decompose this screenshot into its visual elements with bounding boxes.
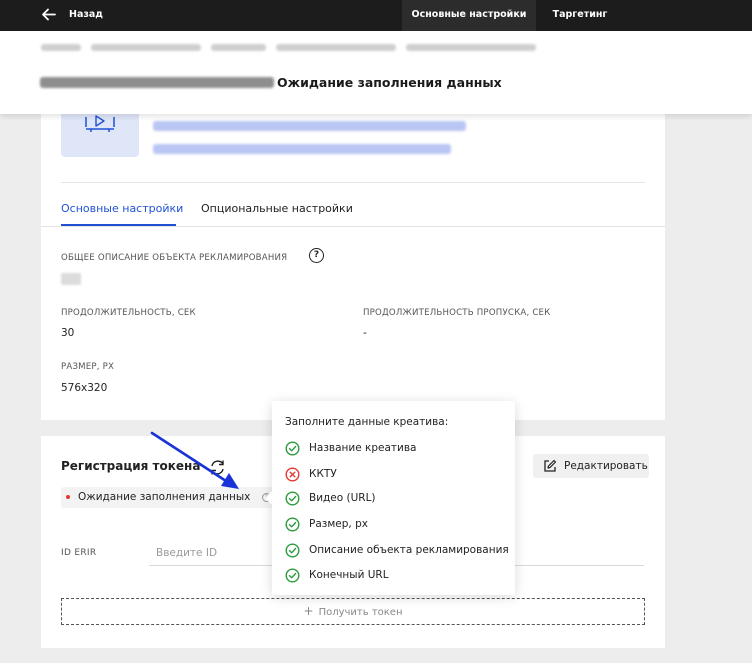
plus-icon: + [303,604,314,618]
size-label: РАЗМЕР, РХ [61,362,115,372]
get-token-label: Получить токен [318,607,403,618]
description-value-blurred [61,273,81,285]
check-circle-icon [285,516,300,532]
breadcrumb-blurred [41,44,81,51]
divider [61,182,645,183]
divider [41,226,665,227]
skip-duration-value: - [363,327,367,339]
edit-icon [544,459,557,472]
checklist-item-label: Видео (URL) [309,492,376,504]
breadcrumb [41,44,536,51]
check-circle-icon [285,542,300,558]
checklist-item: Размер, px [285,516,368,532]
check-circle-icon [285,440,300,456]
checklist-item: Конечный URL [285,567,389,583]
checklist-item: Видео (URL) [285,490,376,506]
tab-main-settings[interactable]: Основные настройки [61,202,183,215]
checklist-item-label: Размер, px [309,518,368,530]
refresh-icon[interactable] [208,458,227,477]
creative-id-blurred [153,144,451,154]
back-button[interactable]: Назад [40,6,103,23]
status-text: Ожидание заполнения данных [78,491,251,503]
question-circle-icon[interactable]: ? [309,248,324,263]
duration-label: ПРОДОЛЖИТЕЛЬНОСТЬ, СЕК [61,308,196,318]
checklist-item-label: Описание объекта рекламирования [309,544,509,556]
checklist-item-label: ККТУ [309,468,337,480]
breadcrumb-blurred [91,44,201,51]
breadcrumb-blurred [406,44,536,51]
page-title: Ожидание заполнения данных [277,75,502,90]
size-value: 576x320 [61,382,108,394]
skip-duration-label: ПРОДОЛЖИТЕЛЬНОСТЬ ПРОПУСКА, СЕК [363,308,551,318]
checklist-item: Название креатива [285,440,417,456]
get-token-button[interactable]: + Получить токен [61,598,645,625]
checklist-item-label: Конечный URL [309,569,389,581]
breadcrumb-blurred [276,44,396,51]
video-play-icon [85,115,115,132]
nav-tab-main-settings[interactable]: Основные настройки [402,0,536,31]
creative-name-blurred [153,121,466,131]
creative-thumbnail[interactable] [61,114,139,157]
page-title-row: Ожидание заполнения данных [40,75,502,90]
nav-tab-targeting[interactable]: Таргетинг [545,0,615,31]
description-label: ОБЩЕЕ ОПИСАНИЕ ОБЪЕКТА РЕКЛАМИРОВАНИЯ [61,253,288,263]
check-circle-icon [285,567,300,583]
creative-data-popover: Заполните данные креатива: Название креа… [265,401,515,595]
back-label: Назад [69,9,103,20]
checklist-item: ККТУ [285,466,337,482]
status-badge: Ожидание заполнения данных ? [61,487,279,508]
breadcrumb-blurred [211,44,266,51]
popover-title: Заполните данные креатива: [285,416,449,428]
page-header: Ожидание заполнения данных [0,31,752,114]
checklist-item: Описание объекта рекламирования [285,542,509,558]
id-erir-label: ID ERIR [61,548,97,558]
checklist-item-label: Название креатива [309,442,417,454]
arrow-left-icon [42,8,56,21]
x-circle-icon [285,466,300,482]
edit-button-label: Редактировать [564,460,648,472]
edit-button[interactable]: Редактировать [533,454,649,478]
tab-optional-settings[interactable]: Опциональные настройки [201,202,353,215]
check-circle-icon [285,490,300,506]
status-dot [66,495,70,499]
token-section-title: Регистрация токена [61,459,201,473]
top-navigation-bar: Назад Основные настройки Таргетинг [0,0,752,31]
creative-details-card: Основные настройки Опциональные настройк… [41,114,665,420]
duration-value: 30 [61,327,75,339]
title-blurred-prefix [40,77,274,88]
